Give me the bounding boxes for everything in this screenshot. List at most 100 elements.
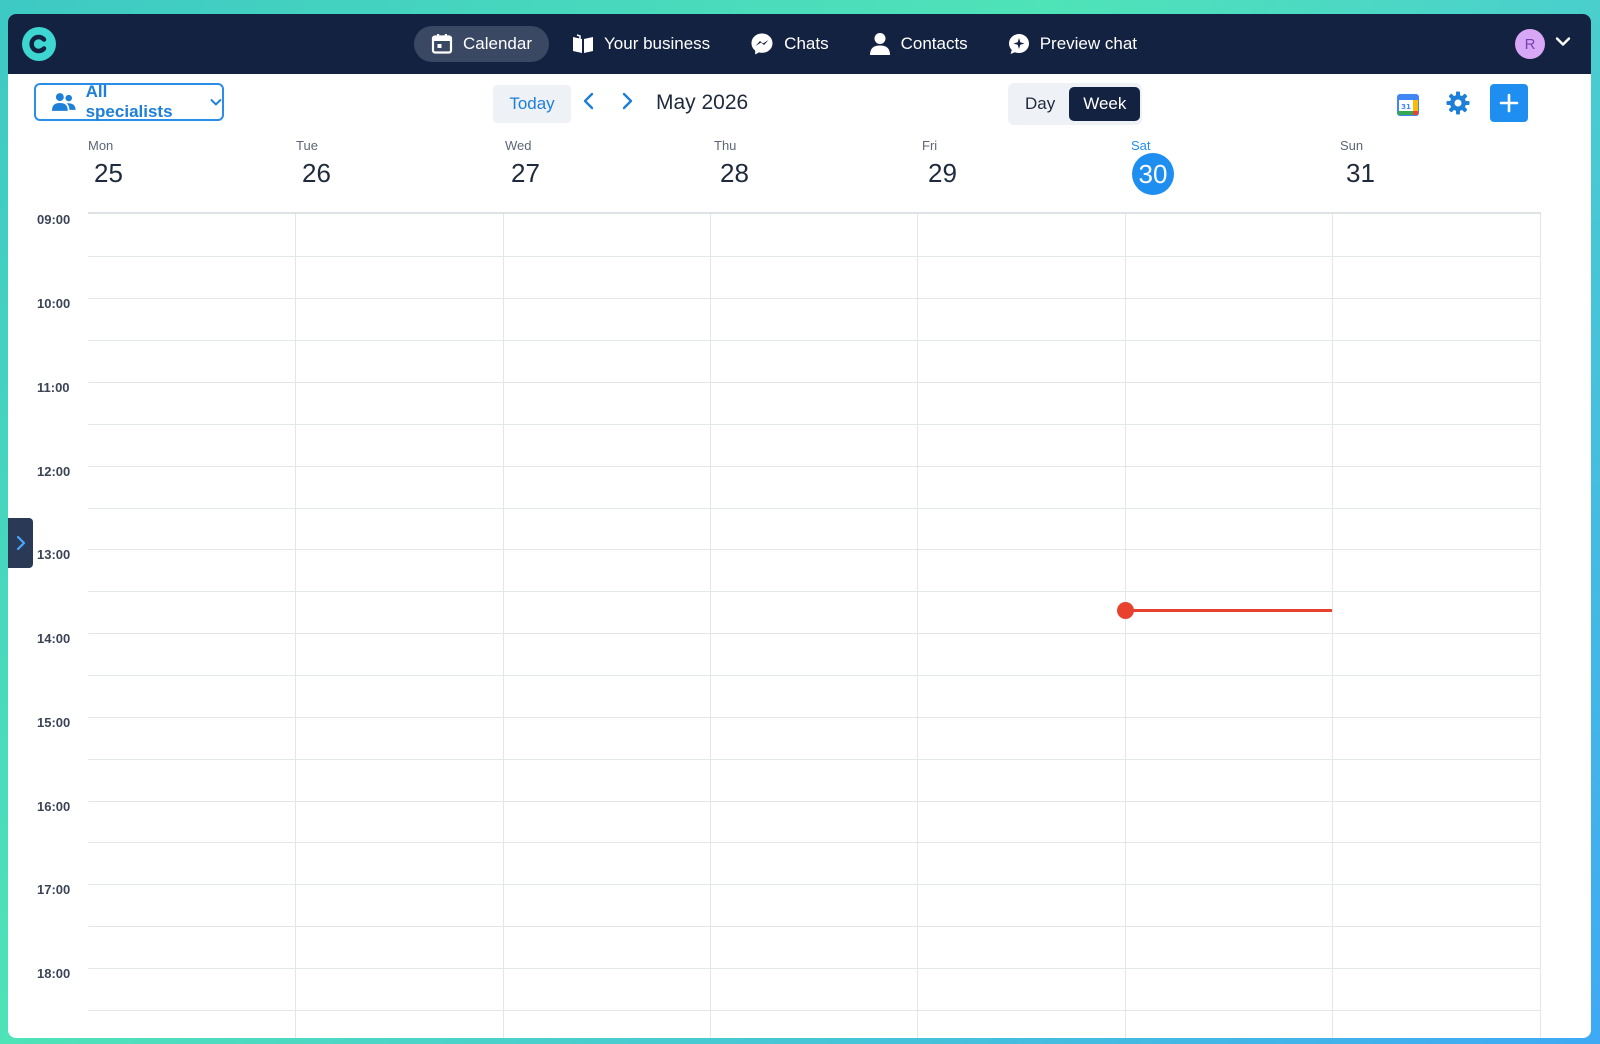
half-hour-line: [88, 508, 1541, 509]
day-number-today: 30: [1132, 153, 1174, 195]
half-hour-line: [88, 591, 1541, 592]
week-grid[interactable]: [88, 212, 1541, 1038]
time-label: 18:00: [37, 966, 71, 981]
current-month-label: May 2026: [656, 91, 749, 114]
time-label: 16:00: [37, 799, 71, 814]
day-divider: [710, 214, 711, 1038]
calendar-toolbar: All specialists Today May 2026 Day Week …: [8, 74, 1591, 136]
day-name: Sun: [1340, 138, 1364, 153]
avatar-initial: R: [1524, 35, 1536, 53]
main-nav: Calendar Your business Chats Contacts Pr…: [414, 26, 1154, 62]
day-number: 31: [1346, 158, 1375, 188]
nav-item-label: Calendar: [463, 34, 532, 53]
current-time-line: [1125, 609, 1332, 612]
half-hour-line: [88, 1010, 1541, 1011]
nav-item-preview-chat[interactable]: Preview chat: [991, 26, 1154, 62]
day-header-sun[interactable]: Sun 31: [1340, 136, 1547, 212]
day-header-fri[interactable]: Fri 29: [922, 136, 1129, 212]
chevron-right-icon[interactable]: [620, 92, 634, 110]
day-divider: [917, 214, 918, 1038]
nav-item-label: Your business: [604, 34, 711, 53]
current-time-indicator: [1117, 602, 1332, 619]
time-label: 15:00: [37, 715, 71, 730]
half-hour-line: [88, 256, 1541, 257]
google-calendar-icon[interactable]: 31: [1397, 94, 1419, 116]
today-button[interactable]: Today: [493, 85, 571, 123]
users-icon: [51, 93, 76, 111]
nav-item-chats[interactable]: Chats: [733, 26, 845, 62]
nav-item-label: Contacts: [900, 34, 968, 53]
app-logo-icon[interactable]: [22, 27, 56, 61]
user-avatar[interactable]: R: [1515, 29, 1545, 59]
plus-icon: [1499, 93, 1519, 113]
day-divider: [1332, 214, 1333, 1038]
hour-line: [88, 968, 1541, 969]
week-day-headers: Mon 25 Tue 26 Wed 27 Thu 28 Fri 29 Sat 3…: [88, 136, 1541, 212]
half-hour-line: [88, 340, 1541, 341]
hour-line: [88, 549, 1541, 550]
hour-line: [88, 298, 1541, 299]
sidebar-expand-toggle[interactable]: [8, 518, 33, 568]
day-header-tue[interactable]: Tue 26: [296, 136, 503, 212]
half-hour-line: [88, 424, 1541, 425]
day-name: Mon: [88, 138, 114, 153]
time-label: 12:00: [37, 464, 71, 479]
day-number: 28: [720, 158, 749, 188]
specialists-label: All specialists: [85, 82, 173, 121]
chevron-down-icon[interactable]: [1555, 36, 1571, 48]
top-navbar: Calendar Your business Chats Contacts Pr…: [8, 14, 1591, 74]
nav-item-label: Preview chat: [1039, 34, 1138, 53]
time-label: 11:00: [37, 380, 70, 395]
sparkle-chat-icon: [1008, 34, 1029, 54]
nav-item-calendar[interactable]: Calendar: [414, 26, 549, 62]
add-appointment-button[interactable]: [1490, 84, 1528, 122]
day-header-sat[interactable]: Sat 30: [1131, 136, 1338, 212]
day-divider: [1540, 214, 1541, 1038]
view-week-button[interactable]: Week: [1069, 87, 1141, 121]
nav-item-your-business[interactable]: Your business: [555, 26, 727, 62]
day-divider: [295, 214, 296, 1038]
book-open-icon: [573, 34, 593, 53]
day-header-thu[interactable]: Thu 28: [714, 136, 921, 212]
view-toggle: Day Week: [1008, 83, 1142, 125]
day-divider: [1125, 214, 1126, 1038]
app-window: Calendar Your business Chats Contacts Pr…: [8, 14, 1591, 1038]
messenger-icon: [751, 33, 773, 55]
time-label: 13:00: [37, 547, 71, 562]
day-name: Thu: [714, 138, 737, 153]
time-label: 17:00: [37, 882, 71, 897]
hour-line: [88, 884, 1541, 885]
time-label: 09:00: [37, 212, 71, 227]
day-name: Wed: [505, 138, 532, 153]
chevron-right-icon: [16, 535, 25, 551]
hour-line: [88, 466, 1541, 467]
nav-item-contacts[interactable]: Contacts: [852, 26, 985, 62]
time-labels-column: 09:00 10:00 11:00 12:00 13:00 14:00 15:0…: [8, 212, 88, 1038]
day-header-wed[interactable]: Wed 27: [505, 136, 712, 212]
day-number: 26: [302, 158, 331, 188]
hour-line: [88, 633, 1541, 634]
time-label: 10:00: [37, 296, 71, 311]
all-specialists-dropdown[interactable]: All specialists: [34, 82, 224, 121]
chevron-left-icon[interactable]: [582, 92, 596, 110]
view-day-button[interactable]: Day: [1011, 87, 1069, 121]
user-icon: [869, 33, 890, 55]
gear-icon[interactable]: [1446, 91, 1470, 115]
half-hour-line: [88, 759, 1541, 760]
hour-line: [88, 717, 1541, 718]
day-header-mon[interactable]: Mon 25: [88, 136, 295, 212]
hour-line: [88, 382, 1541, 383]
day-name: Tue: [296, 138, 318, 153]
time-label: 14:00: [37, 631, 71, 646]
day-number: 29: [928, 158, 957, 188]
hour-line: [88, 801, 1541, 802]
half-hour-line: [88, 926, 1541, 927]
day-name: Fri: [922, 138, 938, 153]
day-divider: [503, 214, 504, 1038]
day-number: 27: [511, 158, 540, 188]
day-name: Sat: [1131, 138, 1151, 153]
half-hour-line: [88, 842, 1541, 843]
svg-text:31: 31: [1401, 103, 1411, 111]
nav-item-label: Chats: [784, 34, 829, 53]
chevron-down-icon: [210, 98, 222, 105]
